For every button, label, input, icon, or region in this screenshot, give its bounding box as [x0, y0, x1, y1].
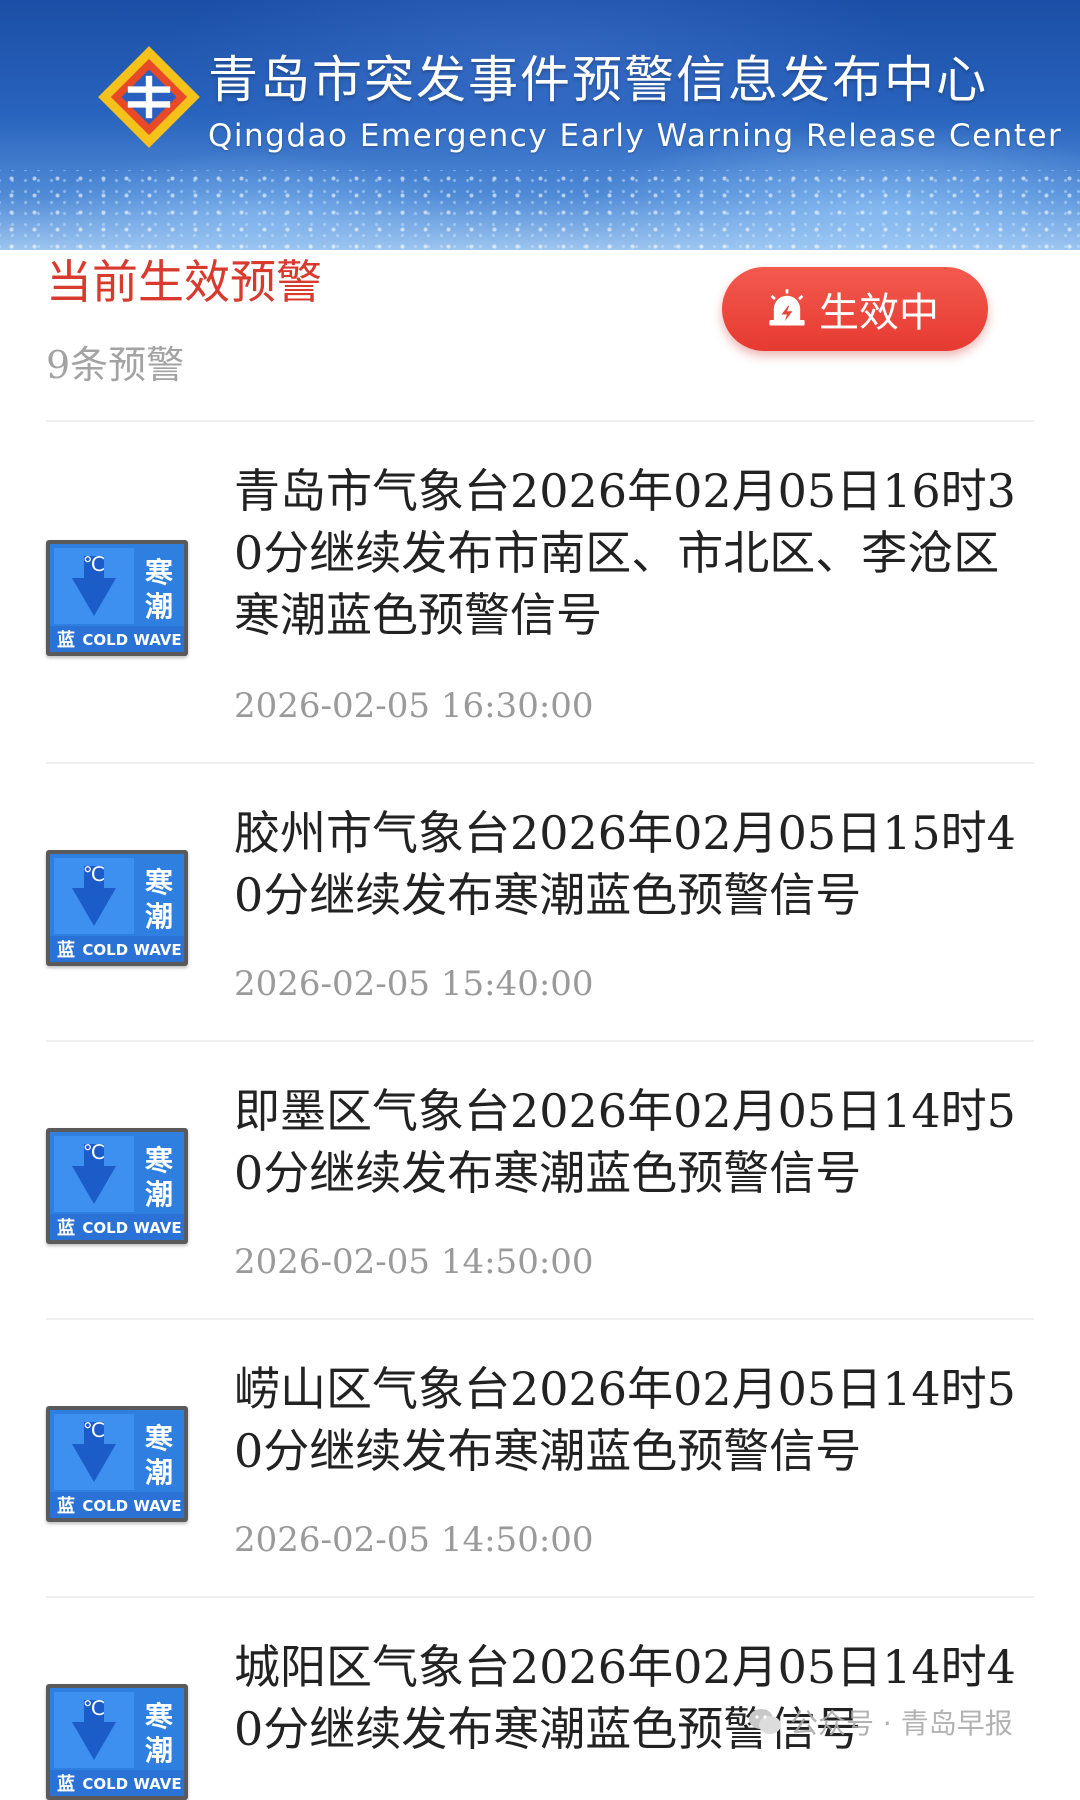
cold-wave-blue-icon: ℃ 寒 潮 蓝 COLD WAVE	[46, 1406, 188, 1522]
svg-text:潮: 潮	[145, 1178, 173, 1211]
cold-wave-blue-icon: ℃ 寒 潮 蓝 COLD WAVE	[46, 1684, 188, 1800]
svg-text:℃: ℃	[83, 862, 105, 886]
divider	[46, 762, 1034, 764]
center-logo-icon	[98, 46, 200, 148]
svg-text:COLD WAVE: COLD WAVE	[82, 1497, 181, 1515]
svg-text:蓝: 蓝	[57, 1774, 75, 1795]
warning-time: 2026-02-05 14:50:00	[234, 1242, 594, 1282]
banner-subtitle: Qingdao Emergency Early Warning Release …	[208, 118, 1063, 154]
svg-text:COLD WAVE: COLD WAVE	[82, 941, 181, 959]
svg-text:潮: 潮	[145, 590, 173, 623]
active-status-label: 生效中	[819, 290, 939, 336]
svg-text:潮: 潮	[145, 1456, 173, 1489]
warning-title: 崂山区气象台2026年02月05日14时50分继续发布寒潮蓝色预警信号	[234, 1362, 1016, 1478]
warning-title: 胶州市气象台2026年02月05日15时40分继续发布寒潮蓝色预警信号	[234, 806, 1016, 922]
svg-text:蓝: 蓝	[57, 630, 75, 651]
warning-title: 即墨区气象台2026年02月05日14时50分继续发布寒潮蓝色预警信号	[234, 1084, 1016, 1200]
active-warnings-heading: 当前生效预警	[46, 255, 322, 309]
svg-text:寒: 寒	[145, 1144, 173, 1177]
svg-text:COLD WAVE: COLD WAVE	[82, 1775, 181, 1793]
cold-wave-blue-icon: ℃ 寒 潮 蓝 COLD WAVE	[46, 1128, 188, 1244]
banner-sparkle-decoration	[0, 170, 1080, 250]
alarm-icon	[769, 289, 805, 326]
active-status-button[interactable]: 生效中	[722, 267, 988, 351]
svg-text:寒: 寒	[145, 866, 173, 899]
svg-text:COLD WAVE: COLD WAVE	[82, 1219, 181, 1237]
warning-time: 2026-02-05 15:40:00	[234, 964, 594, 1004]
svg-text:℃: ℃	[83, 1418, 105, 1442]
svg-text:℃: ℃	[83, 1140, 105, 1164]
cold-wave-blue-icon: ℃ 寒 潮 蓝 COLD WAVE	[46, 850, 188, 966]
svg-text:℃: ℃	[83, 1696, 105, 1720]
svg-text:℃: ℃	[83, 552, 105, 576]
watermark: 公众号 · 青岛早报	[748, 1702, 1013, 1742]
svg-text:蓝: 蓝	[57, 1496, 75, 1517]
divider	[46, 1596, 1034, 1598]
svg-text:寒: 寒	[145, 1422, 173, 1455]
cold-wave-blue-icon: ℃ 寒 潮 蓝 COLD WAVE	[46, 540, 188, 656]
header-banner: 青岛市突发事件预警信息发布中心 Qingdao Emergency Early …	[0, 0, 1080, 250]
svg-text:COLD WAVE: COLD WAVE	[82, 631, 181, 649]
warning-count: 9条预警	[46, 343, 185, 387]
banner-title: 青岛市突发事件预警信息发布中心	[208, 51, 988, 109]
warning-title: 青岛市气象台2026年02月05日16时30分继续发布市南区、市北区、李沧区寒潮…	[234, 464, 1016, 642]
divider	[46, 1040, 1034, 1042]
warning-time: 2026-02-05 14:50:00	[234, 1520, 594, 1560]
watermark-text: 公众号 · 青岛早报	[790, 1707, 1013, 1740]
svg-text:寒: 寒	[145, 556, 173, 589]
warning-time: 2026-02-05 16:30:00	[234, 686, 594, 726]
wechat-icon	[749, 1709, 781, 1734]
divider	[46, 1318, 1034, 1320]
svg-text:潮: 潮	[145, 1734, 173, 1767]
divider	[46, 420, 1034, 422]
svg-text:蓝: 蓝	[57, 1218, 75, 1239]
svg-text:潮: 潮	[145, 900, 173, 933]
svg-text:蓝: 蓝	[57, 940, 75, 961]
svg-text:寒: 寒	[145, 1700, 173, 1733]
